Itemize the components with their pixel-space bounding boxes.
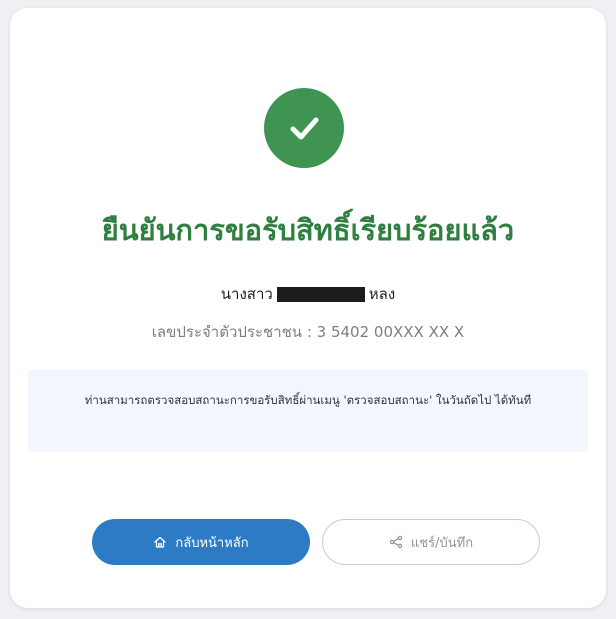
applicant-name: นางสาว หลง: [0, 282, 616, 306]
share-button-label: แชร์/บันทึก: [410, 535, 474, 551]
page-title: ยืนยันการขอรับสิทธิ์เรียบร้อยแล้ว: [101, 213, 515, 247]
home-icon: [153, 535, 167, 549]
home-button-label: กลับหน้าหลัก: [175, 535, 249, 551]
check-circle-icon: [264, 88, 344, 168]
check-mark-icon: [290, 117, 319, 140]
citizen-id: เลขประจำตัวประชาชน : 3 5402 00XXX XX X: [151, 323, 465, 341]
home-button[interactable]: กลับหน้าหลัก: [92, 519, 310, 565]
share-button[interactable]: แชร์/บันทึก: [322, 519, 540, 565]
info-message: ท่านสามารถตรวจสอบสถานะการขอรับสิทธิ์ผ่าน…: [84, 393, 532, 407]
name-suffix: หลง: [368, 285, 396, 303]
name-prefix: นางสาว: [220, 285, 273, 303]
share-icon: [389, 535, 403, 549]
info-notice: ท่านสามารถตรวจสอบสถานะการขอรับสิทธิ์ผ่าน…: [28, 370, 588, 452]
redacted-name-block: [276, 287, 365, 302]
